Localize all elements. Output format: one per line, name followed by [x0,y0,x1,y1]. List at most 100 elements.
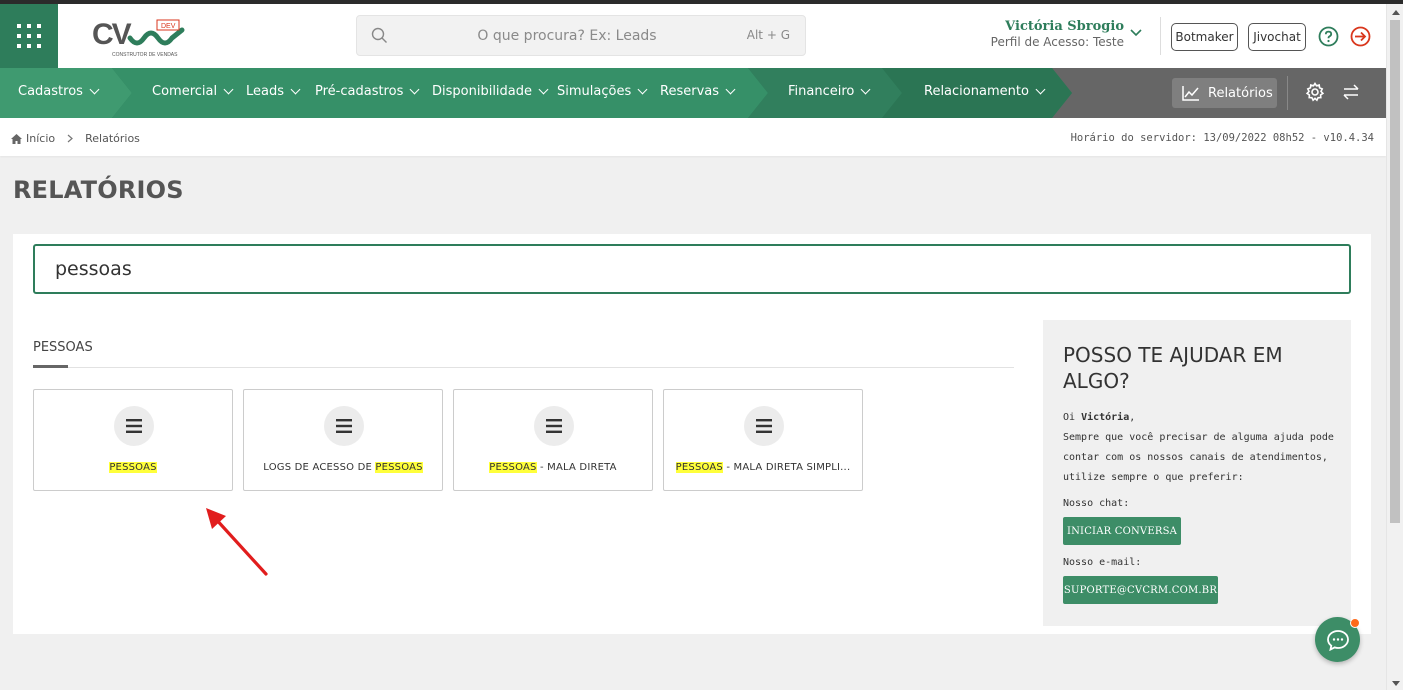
breadcrumb-current: Relatórios [85,132,140,145]
breadcrumb-bar: Início Relatórios Horário do servidor: 1… [0,118,1386,156]
nav-label: Disponibilidade [432,84,533,99]
page-title: RELATÓRIOS [13,176,184,204]
reports-button-label: Relatórios [1208,85,1273,101]
chevron-down-icon [290,84,301,95]
header-divider [1160,17,1161,55]
global-search: Alt + G [356,15,806,56]
help-circle-icon[interactable] [1318,26,1339,47]
breadcrumb: Início Relatórios [11,132,140,145]
help-body-text: Sempre que você precisar de alguma ajuda… [1063,432,1334,483]
section-title: PESSOAS [33,340,93,355]
chevron-down-icon [223,84,234,95]
scroll-thumb[interactable] [1390,20,1400,523]
chevron-down-icon [409,84,420,95]
chevron-down-icon [538,84,549,95]
jivochat-button[interactable]: Jivochat [1248,23,1306,51]
nav-divider [1287,76,1288,110]
tile-icon-circle [744,406,784,446]
nav-item-simulacoes[interactable]: Simulações [557,84,648,99]
nav-item-comercial[interactable]: Comercial [152,84,234,99]
tile-icon-circle [114,406,154,446]
tile-label-highlight: PESSOAS [675,462,723,473]
nav-item-cadastros[interactable]: Cadastros [18,84,100,99]
chart-line-icon [1182,86,1199,101]
nav-label: Reservas [660,84,719,99]
home-icon [11,133,22,144]
nav-item-disponibilidade[interactable]: Disponibilidade [432,84,549,99]
tile-label: LOGS DE ACESSO DE PESSOAS [244,462,442,473]
scroll-down-arrow[interactable] [1392,681,1400,686]
report-tile-pessoas[interactable]: PESSOAS [33,389,233,491]
tile-label: PESSOAS [34,462,232,473]
breadcrumb-home[interactable]: Início [11,132,55,145]
page-scrollbar[interactable] [1386,4,1403,690]
user-name: Victória Sbrogio [1005,19,1124,34]
list-icon [126,419,142,433]
tile-label-highlight: PESSOAS [489,462,537,473]
main-nav: Cadastros Comercial Leads Pré-cadastros … [0,68,1386,118]
reports-search-input[interactable] [35,246,1349,292]
search-shortcut-hint: Alt + G [746,28,790,42]
nav-label: Financeiro [788,84,855,99]
annotation-arrow [206,508,268,576]
help-chat-label: Nosso chat: [1063,498,1130,509]
tile-label-prefix: LOGS DE ACESSO DE [263,462,376,473]
list-icon [336,419,352,433]
report-tile-pessoas-mala-direta-simplificada[interactable]: PESSOAS - MALA DIRETA SIMPLI... [663,389,863,491]
breadcrumb-home-label: Início [26,132,56,145]
logo-tagline: CONSTRUTOR DE VENDAS [112,52,178,58]
tile-label-highlight: PESSOAS [375,462,423,473]
nav-item-pre-cadastros[interactable]: Pré-cadastros [315,84,420,99]
tile-label: PESSOAS - MALA DIRETA SIMPLI... [664,462,862,473]
start-chat-button[interactable]: INICIAR CONVERSA [1063,517,1181,545]
apps-grid-icon [17,24,41,48]
logo-text: CV [92,18,132,51]
chevron-right-icon [67,134,74,143]
help-body: Oi Victória, Sempre que você precisar de… [1063,408,1345,488]
help-panel: POSSO TE AJUDAR EM ALGO? Oi Victória, Se… [1043,320,1351,626]
chevron-down-icon [725,84,736,95]
nav-label: Cadastros [18,84,83,99]
chevron-down-icon[interactable] [1130,29,1142,37]
apps-grid-button[interactable] [0,4,58,68]
report-tile-logs-acesso-pessoas[interactable]: LOGS DE ACESSO DE PESSOAS [243,389,443,491]
logo-badge-text: DEV [161,23,176,30]
gear-icon[interactable] [1305,82,1325,102]
chevron-down-icon [860,84,871,95]
user-profile: Perfil de Acesso: Teste [990,35,1124,49]
header: CV DEV CONSTRUTOR DE VENDAS Alt + G Vict… [0,4,1386,68]
help-greeting-prefix: Oi [1063,412,1082,423]
chat-notification-badge [1350,618,1360,628]
nav-label: Pré-cadastros [315,84,404,99]
report-tile-pessoas-mala-direta[interactable]: PESSOAS - MALA DIRETA [453,389,653,491]
chevron-down-icon [89,84,100,95]
support-email-button[interactable]: SUPORTE@CVCRM.COM.BR [1063,576,1218,604]
nav-item-financeiro[interactable]: Financeiro [788,84,871,99]
user-menu[interactable]: Victória Sbrogio Perfil de Acesso: Teste [991,19,1124,49]
nav-label: Leads [246,84,285,99]
section-divider-accent [33,365,68,368]
swap-icon[interactable] [1342,83,1360,101]
nav-label: Relacionamento [924,84,1029,99]
global-search-input[interactable] [397,16,737,55]
tile-label-suffix: - MALA DIRETA [536,462,617,473]
tile-label-highlight: PESSOAS [109,462,157,473]
chat-bubble-icon [1326,629,1349,651]
help-email-label: Nosso e-mail: [1063,557,1142,568]
tile-label-suffix: - MALA DIRETA SIMPLI... [722,462,851,473]
tile-icon-circle [324,406,364,446]
server-time-info: Horário do servidor: 13/09/2022 08h52 - … [1070,132,1374,144]
reports-button[interactable]: Relatórios [1172,78,1277,108]
nav-item-reservas[interactable]: Reservas [660,84,736,99]
chevron-down-icon [1035,84,1046,95]
list-icon [756,419,772,433]
scroll-up-arrow[interactable] [1392,10,1400,15]
chevron-down-icon [637,84,648,95]
tile-label: PESSOAS - MALA DIRETA [454,462,652,473]
nav-item-relacionamento[interactable]: Relacionamento [924,84,1046,99]
nav-label: Simulações [557,84,632,99]
botmaker-button[interactable]: Botmaker [1171,23,1238,51]
logout-icon[interactable] [1350,26,1371,47]
nav-item-leads[interactable]: Leads [246,84,301,99]
logo[interactable]: CV DEV CONSTRUTOR DE VENDAS [90,16,186,58]
